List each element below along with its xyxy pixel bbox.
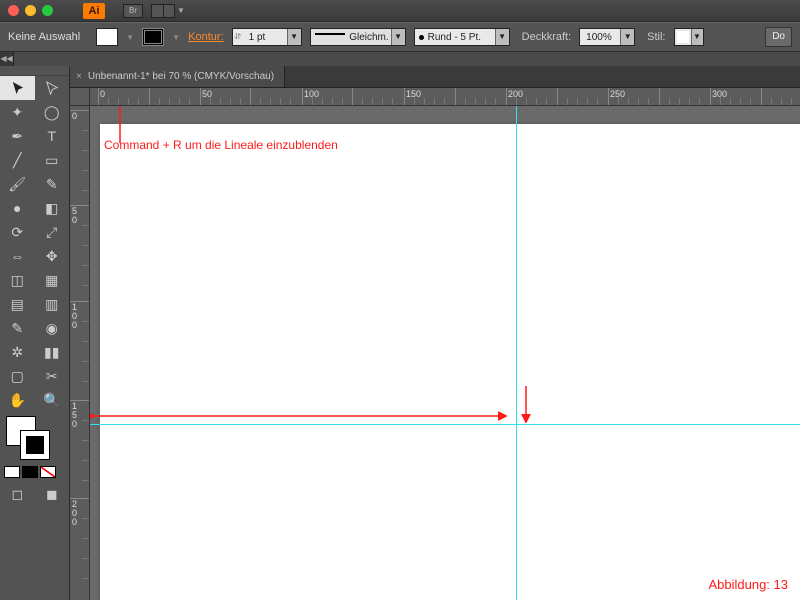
blob-brush-tool[interactable]: ● [0,196,35,220]
dash-sample-icon [315,33,346,41]
ruler-origin-corner[interactable] [70,88,90,106]
color-mode-color[interactable] [4,466,20,478]
paintbrush-tool[interactable]: 🖌 [0,172,35,196]
document-tab-title: Unbenannt-1* bei 70 % (CMYK/Vorschau) [88,71,274,82]
width-tool[interactable]: ⇔ [0,244,35,268]
color-mode-row [0,466,69,478]
stroke-swatch-dropdown-icon[interactable]: ▼ [172,33,180,42]
rotate-tool[interactable]: ⟳ [0,220,35,244]
dash-label: Gleichm. [349,32,390,43]
draw-behind-button[interactable]: ◼ [35,482,70,506]
artboard-tool[interactable]: ▢ [0,364,35,388]
ruler-v-label: 100 [72,303,77,330]
close-window-button[interactable] [8,5,19,16]
control-bar: Keine Auswahl ▼ ▼ Kontur: ⥯ 1 pt ▼ Gleic… [0,22,800,52]
line-segment-tool[interactable]: ╱ [0,148,35,172]
free-transform-tool[interactable]: ✥ [35,244,70,268]
mesh-tool[interactable]: ▤ [0,292,35,316]
brush-sample-icon [415,35,428,40]
perspective-grid-tool[interactable]: ▦ [35,268,70,292]
document-setup-button[interactable]: Do [765,27,792,47]
pen-tool[interactable]: ✒ [0,124,35,148]
style-dropdown[interactable]: ▼ [674,28,704,46]
window-controls [8,5,53,16]
horizontal-guide[interactable] [90,424,800,425]
panel-collapse-toggle[interactable]: ◀◀ [0,52,14,66]
stroke-weight-dropdown[interactable]: ⥯ 1 pt ▼ [232,28,302,46]
chevron-down-icon: ▼ [391,29,405,45]
arrange-documents-dropdown-icon[interactable]: ▼ [177,4,185,18]
ruler-v-label: 0 [72,112,77,121]
zoom-tool[interactable]: 🔍 [35,388,70,412]
symbol-sprayer-tool[interactable]: ✲ [0,340,35,364]
style-label: Stil: [647,31,665,43]
artboard [100,124,800,600]
rectangle-tool[interactable]: ▭ [35,148,70,172]
annotation-ruler-hint: Command + R um die Lineale einzublenden [104,138,338,152]
tools-panel: ✦◯✒T╱▭🖌✎●◧⟳⤢⇔✥◫▦▤▥✎◉✲▮▮▢✂✋🔍 ◻◼ [0,66,70,600]
horizontal-ruler[interactable]: 050100150200250300 [90,88,800,106]
brush-label: Rund - 5 Pt. [428,32,495,43]
arrange-documents-button[interactable] [151,4,175,18]
figure-caption: Abbildung: 13 [708,577,788,592]
document-tab[interactable]: × Unbenannt-1* bei 70 % (CMYK/Vorschau) [70,66,285,87]
selection-status: Keine Auswahl [8,31,80,43]
fill-swatch[interactable] [96,28,118,46]
column-graph-tool[interactable]: ▮▮ [35,340,70,364]
chevron-down-icon: ▼ [287,29,301,45]
mac-titlebar: Ai Br ▼ [0,0,800,22]
fill-stroke-control[interactable] [6,416,63,462]
ruler-v-label: 150 [72,402,77,429]
scale-tool[interactable]: ⤢ [35,220,70,244]
kontur-label[interactable]: Kontur: [188,31,223,43]
zoom-window-button[interactable] [42,5,53,16]
chevron-down-icon: ▼ [620,29,634,45]
minimize-window-button[interactable] [25,5,36,16]
stroke-square[interactable] [20,430,50,460]
opacity-value: 100% [580,32,620,43]
pencil-tool[interactable]: ✎ [35,172,70,196]
brush-definition-dropdown[interactable]: Rund - 5 Pt. ▼ [414,28,510,46]
style-swatch-icon [677,31,689,43]
type-tool[interactable]: T [35,124,70,148]
lasso-tool[interactable]: ◯ [35,100,70,124]
eyedropper-tool[interactable]: ✎ [0,316,35,340]
blend-tool[interactable]: ◉ [35,316,70,340]
hand-tool[interactable]: ✋ [0,388,35,412]
shape-builder-tool[interactable]: ◫ [0,268,35,292]
color-mode-none[interactable] [40,466,56,478]
chevron-down-icon: ▼ [691,29,703,45]
ruler-h-label: 0 [100,89,105,99]
color-mode-gradient[interactable] [22,466,38,478]
variable-width-profile-dropdown[interactable]: Gleichm. ▼ [310,28,406,46]
magic-wand-tool[interactable]: ✦ [0,100,35,124]
chevron-down-icon: ▼ [495,29,509,45]
stroke-swatch[interactable] [142,28,164,46]
stroke-weight-value: 1 pt [243,32,287,43]
fill-swatch-dropdown-icon[interactable]: ▼ [126,33,134,42]
gradient-tool[interactable]: ▥ [35,292,70,316]
slice-tool[interactable]: ✂ [35,364,70,388]
draw-normal-button[interactable]: ◻ [0,482,35,506]
canvas-area[interactable]: Command + R um die Lineale einzublenden … [90,106,800,600]
ruler-v-label: 200 [72,500,77,527]
vertical-ruler[interactable]: 0 50 100 150 200 [70,106,90,600]
direct-selection-tool[interactable] [35,76,70,100]
opacity-dropdown[interactable]: 100% ▼ [579,28,635,46]
panel-grip[interactable] [0,66,69,76]
ruler-v-label: 50 [72,207,77,225]
eraser-tool[interactable]: ◧ [35,196,70,220]
bridge-button[interactable]: Br [123,4,143,18]
opacity-label: Deckkraft: [522,31,572,43]
close-tab-icon[interactable]: × [76,71,82,82]
document-tab-bar: × Unbenannt-1* bei 70 % (CMYK/Vorschau) [70,66,800,88]
app-badge-icon: Ai [83,3,105,19]
vertical-guide[interactable] [516,106,517,600]
selection-tool[interactable] [0,76,35,100]
